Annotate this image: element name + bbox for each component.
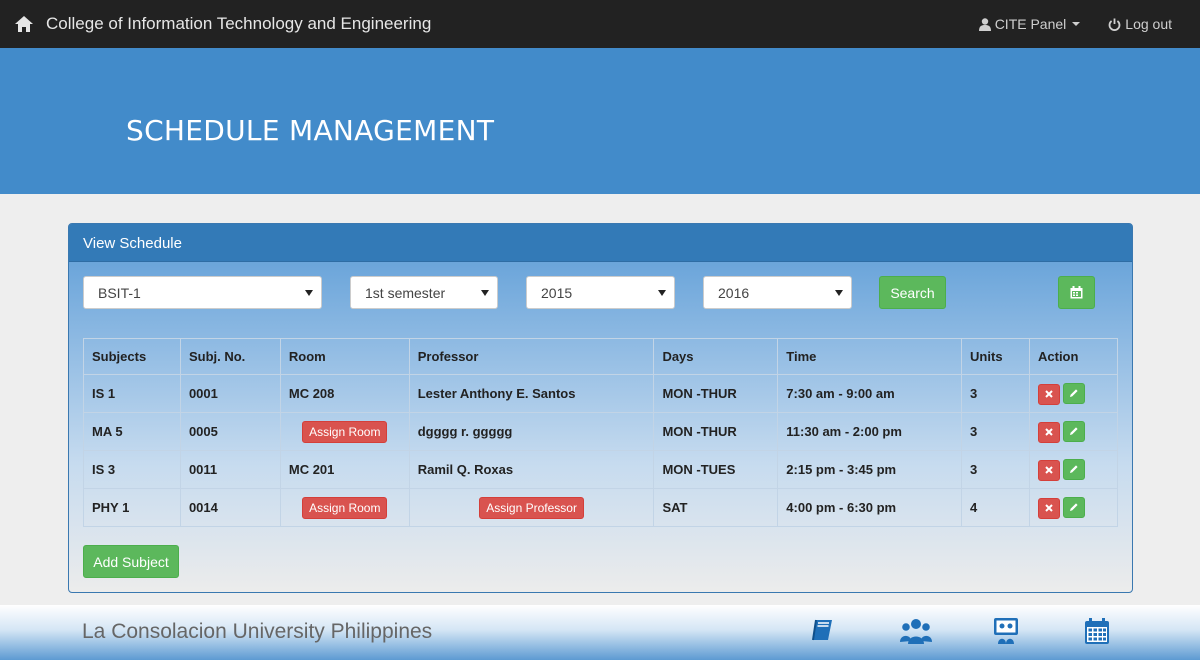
cell-units: 3 — [961, 374, 1030, 413]
brand-link[interactable]: College of Information Technology and En… — [0, 14, 431, 34]
footer: La Consolacion University Philippines — [0, 605, 1200, 660]
cell-action — [1029, 450, 1118, 489]
pencil-icon — [1070, 465, 1078, 473]
delete-button[interactable] — [1038, 383, 1060, 405]
pencil-icon — [1070, 427, 1078, 435]
col-header-subjects: Subjects — [83, 338, 181, 375]
cell-subj-no: 0001 — [179, 374, 281, 413]
remove-icon — [1045, 466, 1053, 474]
remove-icon — [1045, 390, 1053, 398]
delete-button[interactable] — [1038, 459, 1060, 481]
cell-action — [1029, 374, 1118, 413]
brand-title: College of Information Technology and En… — [46, 14, 432, 33]
edit-button[interactable] — [1063, 496, 1085, 518]
calendar-button[interactable] — [1058, 276, 1095, 309]
home-icon — [15, 16, 33, 32]
table-row: IS 1 0001 MC 208 Lester Anthony E. Santo… — [83, 374, 1118, 413]
cell-subject: MA 5 — [83, 412, 181, 451]
cite-panel-dropdown[interactable]: CITE Panel — [965, 0, 1095, 48]
cell-subj-no: 0011 — [179, 450, 281, 489]
col-header-units: Units — [961, 338, 1030, 375]
caret-down-icon — [1072, 22, 1081, 26]
cell-room: Assign Room — [279, 488, 410, 527]
edit-button[interactable] — [1063, 420, 1085, 442]
page-title: SCHEDULE MANAGEMENT — [126, 114, 495, 147]
col-header-subj-no: Subj. No. — [179, 338, 281, 375]
col-header-days: Days — [653, 338, 779, 375]
semester-select[interactable]: 1st semester — [350, 276, 498, 309]
edit-button[interactable] — [1063, 382, 1085, 404]
cell-subject: IS 3 — [83, 450, 181, 489]
cell-room: MC 201 — [279, 450, 410, 489]
program-select[interactable]: BSIT-1 — [83, 276, 322, 309]
add-subject-button[interactable]: Add Subject — [83, 545, 179, 578]
classroom-icon[interactable] — [993, 617, 1019, 645]
cite-panel-label: CITE Panel — [994, 16, 1067, 32]
col-header-action: Action — [1029, 338, 1118, 375]
cell-time: 7:30 am - 9:00 am — [777, 374, 963, 413]
cell-time: 4:00 pm - 6:30 pm — [777, 488, 963, 527]
pencil-icon — [1070, 389, 1078, 397]
cell-subject: PHY 1 — [83, 488, 181, 527]
table-row: IS 3 0011 MC 201 Ramil Q. Roxas MON -TUE… — [83, 450, 1118, 489]
users-icon[interactable] — [900, 617, 932, 645]
book-icon[interactable] — [810, 617, 836, 643]
cell-units: 3 — [961, 412, 1030, 451]
cell-time: 2:15 pm - 3:45 pm — [777, 450, 963, 489]
user-icon — [978, 17, 991, 31]
table-header-row: Subjects Subj. No. Room Professor Days T… — [83, 338, 1118, 375]
cell-professor: dgggg r. ggggg — [408, 412, 655, 451]
top-navbar: College of Information Technology and En… — [0, 0, 1200, 48]
view-schedule-panel: View Schedule BSIT-1 1st semester 2015 2… — [68, 223, 1133, 593]
assign-room-button[interactable]: Assign Room — [302, 496, 388, 519]
assign-room-button[interactable]: Assign Room — [302, 420, 388, 443]
cell-subject: IS 1 — [83, 374, 181, 413]
table-row: MA 5 0005 Assign Room dgggg r. ggggg MON… — [83, 412, 1118, 451]
year-to-select[interactable]: 2016 — [703, 276, 852, 309]
cell-room: MC 208 — [279, 374, 410, 413]
cell-action — [1029, 488, 1118, 527]
cell-action — [1029, 412, 1118, 451]
cell-subj-no: 0014 — [179, 488, 281, 527]
calendar-icon — [1070, 286, 1083, 299]
edit-button[interactable] — [1063, 458, 1085, 480]
cell-professor: Lester Anthony E. Santos — [408, 374, 655, 413]
col-header-time: Time — [777, 338, 963, 375]
cell-professor: Assign Professor — [408, 488, 655, 527]
page-header: SCHEDULE MANAGEMENT — [0, 48, 1200, 194]
power-icon — [1108, 18, 1121, 31]
delete-button[interactable] — [1038, 497, 1060, 519]
remove-icon — [1045, 504, 1053, 512]
year-from-select[interactable]: 2015 — [526, 276, 675, 309]
schedule-table: Subjects Subj. No. Room Professor Days T… — [83, 338, 1118, 527]
cell-days: MON -THUR — [653, 374, 779, 413]
col-header-room: Room — [279, 338, 410, 375]
logout-label: Log out — [1125, 16, 1172, 32]
panel-heading: View Schedule — [69, 224, 1132, 262]
cell-time: 11:30 am - 2:00 pm — [777, 412, 963, 451]
cell-units: 4 — [961, 488, 1030, 527]
calendar-icon[interactable] — [1084, 617, 1110, 645]
logout-link[interactable]: Log out — [1094, 0, 1200, 48]
cell-professor: Ramil Q. Roxas — [408, 450, 655, 489]
assign-professor-button[interactable]: Assign Professor — [479, 496, 584, 519]
footer-title: La Consolacion University Philippines — [82, 620, 433, 643]
remove-icon — [1045, 428, 1053, 436]
cell-days: SAT — [653, 488, 779, 527]
col-header-professor: Professor — [408, 338, 655, 375]
cell-days: MON -THUR — [653, 412, 779, 451]
pencil-icon — [1070, 503, 1078, 511]
cell-room: Assign Room — [279, 412, 410, 451]
filter-bar: BSIT-1 1st semester 2015 2016 Search — [83, 276, 1118, 310]
search-button[interactable]: Search — [879, 276, 946, 309]
cell-units: 3 — [961, 450, 1030, 489]
cell-days: MON -TUES — [653, 450, 779, 489]
cell-subj-no: 0005 — [179, 412, 281, 451]
table-row: PHY 1 0014 Assign Room Assign Professor … — [83, 488, 1118, 527]
delete-button[interactable] — [1038, 421, 1060, 443]
